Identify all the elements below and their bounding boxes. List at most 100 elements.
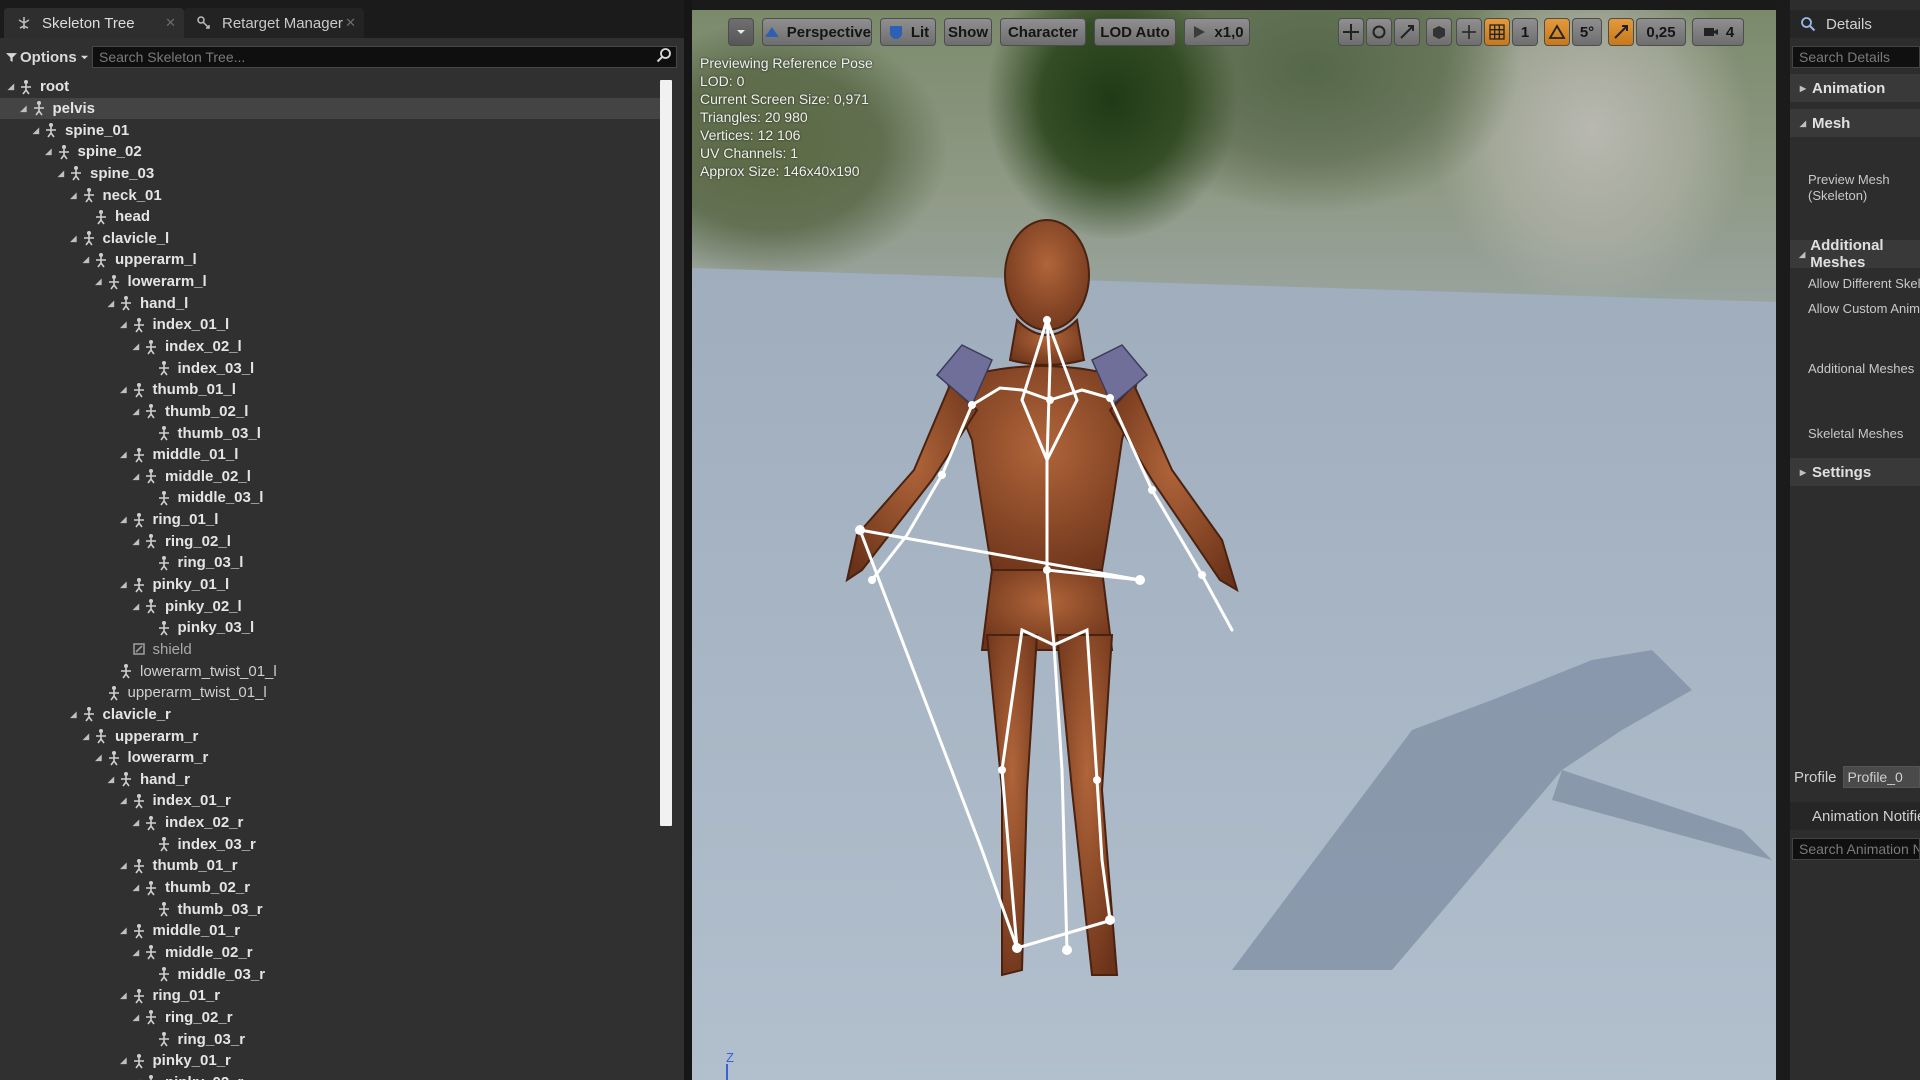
tab-animation-notifies[interactable]: Animation Notifies — [1790, 802, 1920, 830]
rotate-tool-button[interactable] — [1366, 18, 1392, 46]
tree-row[interactable]: ◢ ring_02_l — [0, 530, 660, 552]
tree-row[interactable]: ◢ thumb_01_l — [0, 379, 660, 401]
collapse-arrow-icon[interactable]: ◢ — [131, 407, 141, 416]
rotate-snap-value[interactable]: 5° — [1572, 18, 1602, 46]
tab-details[interactable]: Details — [1790, 10, 1920, 38]
scale-snap-toggle[interactable] — [1608, 18, 1634, 46]
category-animation[interactable]: ▶ Animation — [1790, 74, 1920, 102]
tree-row[interactable]: ◢ ring_02_r — [0, 1007, 660, 1029]
collapse-arrow-icon[interactable]: ◢ — [31, 126, 41, 135]
details-search-input[interactable] — [1792, 46, 1920, 68]
tree-row[interactable]: index_03_r — [0, 833, 660, 855]
tree-row[interactable]: ◢ lowerarm_r — [0, 747, 660, 769]
tree-row[interactable]: ◢ spine_03 — [0, 163, 660, 185]
collapse-arrow-icon[interactable]: ◢ — [69, 710, 79, 719]
collapse-arrow-icon[interactable]: ◢ — [81, 255, 91, 264]
collapse-arrow-icon[interactable]: ◢ — [131, 342, 141, 351]
collapse-arrow-icon[interactable]: ◢ — [19, 104, 29, 113]
tree-row[interactable]: ◢ lowerarm_l — [0, 271, 660, 293]
collapse-arrow-icon[interactable]: ◢ — [131, 472, 141, 481]
tree-row[interactable]: middle_03_r — [0, 963, 660, 985]
category-mesh[interactable]: ◢ Mesh — [1790, 109, 1920, 137]
tree-row[interactable]: ◢ middle_02_l — [0, 466, 660, 488]
tree-row[interactable]: upperarm_twist_01_l — [0, 682, 660, 704]
rotate-snap-toggle[interactable] — [1544, 18, 1570, 46]
show-button[interactable]: Show — [944, 18, 992, 46]
tree-row[interactable]: ◢ thumb_02_r — [0, 877, 660, 899]
collapse-arrow-icon[interactable]: ◢ — [131, 537, 141, 546]
tab-skeleton-tree[interactable]: Skeleton Tree ✕ — [4, 8, 184, 38]
search-icon[interactable] — [656, 47, 672, 63]
lit-button[interactable]: Lit — [880, 18, 936, 46]
tree-row[interactable]: middle_03_l — [0, 487, 660, 509]
category-additional-meshes[interactable]: ◢ Additional Meshes — [1790, 237, 1920, 271]
tree-row[interactable]: ◢ pinky_01_l — [0, 574, 660, 596]
panel-splitter[interactable] — [684, 0, 692, 1080]
panel-splitter[interactable] — [1776, 0, 1790, 1080]
tree-row[interactable]: shield — [0, 639, 660, 661]
tree-row[interactable]: ◢ middle_01_r — [0, 920, 660, 942]
tree-row[interactable]: ◢ index_01_r — [0, 790, 660, 812]
tree-row[interactable]: ◢ spine_02 — [0, 141, 660, 163]
collapse-arrow-icon[interactable]: ◢ — [131, 948, 141, 957]
collapse-arrow-icon[interactable]: ◢ — [119, 580, 129, 589]
tree-row[interactable]: ◢ thumb_01_r — [0, 855, 660, 877]
play-rate-button[interactable]: x1,0 — [1184, 18, 1250, 46]
tree-row[interactable]: ◢ root — [0, 76, 660, 98]
tree-row[interactable]: index_03_l — [0, 357, 660, 379]
viewport[interactable]: Perspective Lit Show Character LOD Auto … — [692, 10, 1776, 1080]
grid-snap-toggle[interactable] — [1484, 18, 1510, 46]
collapse-arrow-icon[interactable]: ◢ — [119, 1056, 129, 1065]
tree-row[interactable]: ◢ clavicle_l — [0, 227, 660, 249]
tree-row[interactable]: ◢ index_01_l — [0, 314, 660, 336]
animation-notifies-search-input[interactable] — [1792, 838, 1920, 860]
tree-row[interactable]: ◢ ring_01_l — [0, 509, 660, 531]
tree-row[interactable]: ◢ hand_r — [0, 769, 660, 791]
tree-row[interactable]: ◢ upperarm_l — [0, 249, 660, 271]
collapse-arrow-icon[interactable]: ◢ — [131, 1013, 141, 1022]
close-icon[interactable]: ✕ — [345, 15, 356, 31]
collapse-arrow-icon[interactable]: ◢ — [106, 299, 116, 308]
tree-row[interactable]: ◢ neck_01 — [0, 184, 660, 206]
tree-row[interactable]: ◢ index_02_l — [0, 336, 660, 358]
collapse-arrow-icon[interactable]: ◢ — [119, 796, 129, 805]
tree-row[interactable]: ◢ middle_02_r — [0, 942, 660, 964]
tree-row[interactable]: thumb_03_l — [0, 422, 660, 444]
tree-row[interactable]: ◢ spine_01 — [0, 119, 660, 141]
collapse-arrow-icon[interactable]: ◢ — [81, 732, 91, 741]
tree-row[interactable]: pinky_03_l — [0, 617, 660, 639]
collapse-arrow-icon[interactable]: ◢ — [119, 515, 129, 524]
tree-row[interactable]: ◢ index_02_r — [0, 812, 660, 834]
collapse-arrow-icon[interactable]: ◢ — [94, 753, 104, 762]
collapse-arrow-icon[interactable]: ◢ — [119, 926, 129, 935]
translate-tool-button[interactable] — [1338, 18, 1364, 46]
close-icon[interactable]: ✕ — [165, 15, 176, 31]
collapse-arrow-icon[interactable]: ◢ — [69, 191, 79, 200]
tree-row[interactable]: ◢ clavicle_r — [0, 704, 660, 726]
tree-row[interactable]: head — [0, 206, 660, 228]
tree-row[interactable]: ◢ thumb_02_l — [0, 401, 660, 423]
collapse-arrow-icon[interactable]: ◢ — [56, 169, 66, 178]
scale-tool-button[interactable] — [1394, 18, 1420, 46]
skeleton-search-input[interactable] — [92, 46, 677, 68]
tree-row[interactable]: ◢ hand_l — [0, 292, 660, 314]
category-settings[interactable]: ▶ Settings — [1790, 458, 1920, 486]
tree-row[interactable]: ◢ pinky_01_r — [0, 1050, 660, 1072]
collapse-arrow-icon[interactable]: ◢ — [69, 234, 79, 243]
surface-snap-button[interactable] — [1456, 18, 1482, 46]
camera-speed-button[interactable]: 4 — [1692, 18, 1744, 46]
tree-row[interactable]: ◢ ring_01_r — [0, 985, 660, 1007]
options-button[interactable]: Options — [6, 49, 89, 66]
collapse-arrow-icon[interactable]: ◢ — [119, 991, 129, 1000]
tree-row[interactable]: ◢ pelvis — [0, 97, 660, 120]
tree-row[interactable]: ◢ middle_01_l — [0, 444, 660, 466]
tree-row[interactable]: lowerarm_twist_01_l — [0, 660, 660, 682]
collapse-arrow-icon[interactable]: ◢ — [44, 147, 54, 156]
viewport-menu-button[interactable] — [728, 18, 754, 46]
character-button[interactable]: Character — [1000, 18, 1086, 46]
collapse-arrow-icon[interactable]: ◢ — [6, 82, 16, 91]
profile-dropdown[interactable]: Profile_0 — [1842, 766, 1920, 788]
tree-row[interactable]: ring_03_r — [0, 1028, 660, 1050]
collapse-arrow-icon[interactable]: ◢ — [131, 883, 141, 892]
tree-row[interactable]: ◢ pinky_02_l — [0, 595, 660, 617]
